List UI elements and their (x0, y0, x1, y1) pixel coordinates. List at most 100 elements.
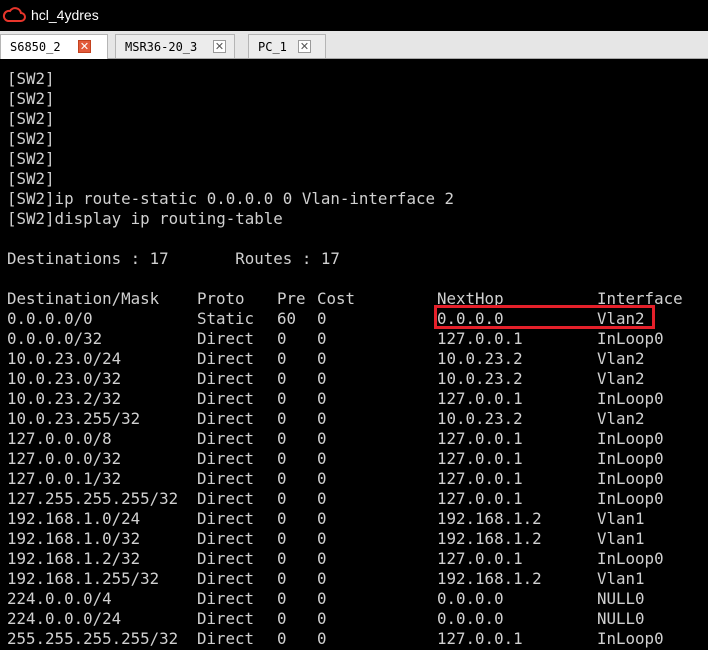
destination-cell: 192.168.1.2/32 (7, 549, 141, 568)
destination-cell: 10.0.23.0/24 (7, 349, 122, 368)
tab-label: S6850_2 (10, 40, 61, 54)
destination-cell: 192.168.1.0/32 (7, 529, 141, 548)
close-icon[interactable]: ✕ (298, 40, 311, 53)
interface-cell: InLoop0 (597, 489, 664, 508)
pre-cell: 0 (277, 409, 287, 428)
cost-cell: 0 (317, 569, 327, 588)
interface-cell: InLoop0 (597, 429, 664, 448)
destination-cell: 0.0.0.0/32 (7, 329, 103, 348)
destination-cell: 0.0.0.0/0 (7, 309, 93, 328)
nexthop-cell: 10.0.23.2 (437, 369, 523, 388)
proto-cell: Direct (197, 389, 255, 408)
cost-cell: 0 (317, 549, 327, 568)
nexthop-cell: 192.168.1.2 (437, 529, 542, 548)
table-row: 192.168.1.0/24 Direct 0 0 192.168.1.2 Vlan1 (0, 509, 708, 529)
tab-label: PC_1 (258, 40, 287, 54)
interface-cell: NULL0 (597, 589, 645, 608)
tab-s6850-2[interactable]: S6850_2 ✕ (0, 34, 108, 59)
proto-cell: Direct (197, 329, 255, 348)
proto-cell: Direct (197, 489, 255, 508)
console-line: [SW2] (7, 89, 55, 108)
tab-bar: S6850_2 ✕ MSR36-20_3 ✕ PC_1 ✕ (0, 31, 708, 59)
cost-cell: 0 (317, 329, 327, 348)
destination-cell: 127.0.0.0/8 (7, 429, 112, 448)
console-line: [SW2] (7, 129, 55, 148)
close-icon[interactable]: ✕ (213, 40, 226, 53)
header-proto: Proto (197, 289, 245, 308)
console-command-line: [SW2]display ip routing-table (7, 209, 283, 228)
header-interface: Interface (597, 289, 683, 308)
cost-cell: 0 (317, 469, 327, 488)
pre-cell: 0 (277, 389, 287, 408)
table-row: 127.0.0.0/32 Direct 0 0 127.0.0.1 InLoop0 (0, 449, 708, 469)
interface-cell: InLoop0 (597, 449, 664, 468)
table-row: 10.0.23.0/32 Direct 0 0 10.0.23.2 Vlan2 (0, 369, 708, 389)
proto-cell: Direct (197, 369, 255, 388)
pre-cell: 0 (277, 529, 287, 548)
tab-pc-1[interactable]: PC_1 ✕ (248, 34, 326, 58)
table-row: 255.255.255.255/32 Direct 0 0 127.0.0.1 InLoo… (0, 629, 708, 649)
interface-cell: InLoop0 (597, 389, 664, 408)
terminal-console[interactable]: [SW2] [SW2] [SW2] [SW2] [SW2] [SW2] [SW2… (0, 60, 708, 650)
pre-cell: 0 (277, 609, 287, 628)
table-row: 127.0.0.1/32 Direct 0 0 127.0.0.1 InLoop0 (0, 469, 708, 489)
tab-msr36-20-3[interactable]: MSR36-20_3 ✕ (115, 34, 235, 58)
cloud-icon (2, 7, 26, 22)
proto-cell: Direct (197, 629, 255, 648)
destination-cell: 127.0.0.1/32 (7, 469, 122, 488)
proto-cell: Direct (197, 509, 255, 528)
window-titlebar: hcl_4ydres (0, 0, 708, 31)
table-row: 192.168.1.255/32 Direct 0 0 192.168.1.2 Vlan1 (0, 569, 708, 589)
console-line: [SW2] (7, 169, 55, 188)
interface-cell: Vlan2 (597, 369, 645, 388)
proto-cell: Static (197, 309, 255, 328)
proto-cell: Direct (197, 569, 255, 588)
close-icon[interactable]: ✕ (78, 40, 91, 53)
destination-cell: 10.0.23.0/32 (7, 369, 122, 388)
nexthop-cell: 0.0.0.0 (437, 309, 504, 328)
cost-cell: 0 (317, 389, 327, 408)
nexthop-cell: 0.0.0.0 (437, 589, 504, 608)
pre-cell: 0 (277, 629, 287, 648)
interface-cell: Vlan2 (597, 309, 645, 328)
proto-cell: Direct (197, 429, 255, 448)
pre-cell: 0 (277, 329, 287, 348)
nexthop-cell: 0.0.0.0 (437, 609, 504, 628)
destination-cell: 10.0.23.2/32 (7, 389, 122, 408)
console-command-line: [SW2]ip route-static 0.0.0.0 0 Vlan-inte… (7, 189, 454, 208)
routing-summary: Destinations : 17 Routes : 17 (7, 249, 340, 268)
nexthop-cell: 127.0.0.1 (437, 449, 523, 468)
nexthop-cell: 127.0.0.1 (437, 489, 523, 508)
proto-cell: Direct (197, 609, 255, 628)
interface-cell: Vlan1 (597, 509, 645, 528)
nexthop-cell: 10.0.23.2 (437, 409, 523, 428)
table-row: 224.0.0.0/4 Direct 0 0 0.0.0.0 NULL0 (0, 589, 708, 609)
header-cost: Cost (317, 289, 356, 308)
pre-cell: 0 (277, 449, 287, 468)
pre-cell: 0 (277, 509, 287, 528)
pre-cell: 0 (277, 589, 287, 608)
interface-cell: Vlan1 (597, 529, 645, 548)
nexthop-cell: 127.0.0.1 (437, 389, 523, 408)
pre-cell: 0 (277, 429, 287, 448)
cost-cell: 0 (317, 449, 327, 468)
interface-cell: InLoop0 (597, 549, 664, 568)
console-line: [SW2] (7, 109, 55, 128)
destination-cell: 192.168.1.255/32 (7, 569, 160, 588)
interface-cell: NULL0 (597, 609, 645, 628)
cost-cell: 0 (317, 609, 327, 628)
table-row: 10.0.23.2/32 Direct 0 0 127.0.0.1 InLoop0 (0, 389, 708, 409)
destination-cell: 224.0.0.0/4 (7, 589, 112, 608)
proto-cell: Direct (197, 549, 255, 568)
proto-cell: Direct (197, 449, 255, 468)
pre-cell: 0 (277, 369, 287, 388)
destination-cell: 192.168.1.0/24 (7, 509, 141, 528)
pre-cell: 0 (277, 569, 287, 588)
cost-cell: 0 (317, 629, 327, 648)
table-row: 127.255.255.255/32 Direct 0 0 127.0.0.1 InLoo… (0, 489, 708, 509)
header-destination: Destination/Mask (7, 289, 160, 308)
cost-cell: 0 (317, 409, 327, 428)
destination-cell: 255.255.255.255/32 (7, 629, 179, 648)
console-line: [SW2] (7, 149, 55, 168)
tab-label: MSR36-20_3 (125, 40, 198, 54)
